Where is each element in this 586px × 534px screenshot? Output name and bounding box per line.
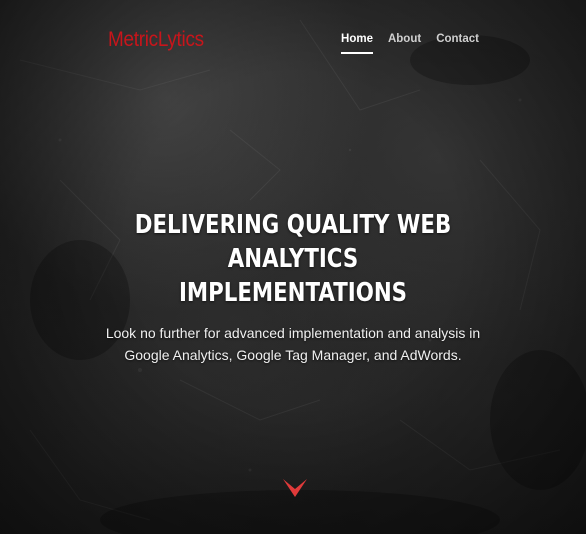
- scroll-down-button[interactable]: [281, 476, 309, 500]
- main-nav: Home About Contact: [341, 33, 479, 54]
- nav-contact-link[interactable]: Contact: [436, 33, 479, 54]
- brand-logo[interactable]: MetricLytics: [108, 28, 204, 52]
- headline-line-2: ANALYTICS IMPLEMENTATIONS: [178, 244, 408, 308]
- chevron-down-icon: [283, 479, 307, 497]
- hero-headline: DELIVERING QUALITY WEB ANALYTICS IMPLEME…: [113, 208, 474, 310]
- hero-page: MetricLytics Home About Contact DELIVERI…: [0, 0, 586, 534]
- nav-home-link[interactable]: Home: [341, 33, 373, 54]
- nav-about-link[interactable]: About: [388, 33, 421, 54]
- subtext-line-2: Google Analytics, Google Tag Manager, an…: [124, 347, 462, 363]
- subtext-line-1: Look no further for advanced implementat…: [105, 325, 481, 341]
- hero-section: DELIVERING QUALITY WEB ANALYTICS IMPLEME…: [0, 208, 586, 366]
- hero-subtext: Look no further for advanced implementat…: [83, 322, 503, 366]
- headline-line-1: DELIVERING QUALITY WEB: [134, 210, 452, 240]
